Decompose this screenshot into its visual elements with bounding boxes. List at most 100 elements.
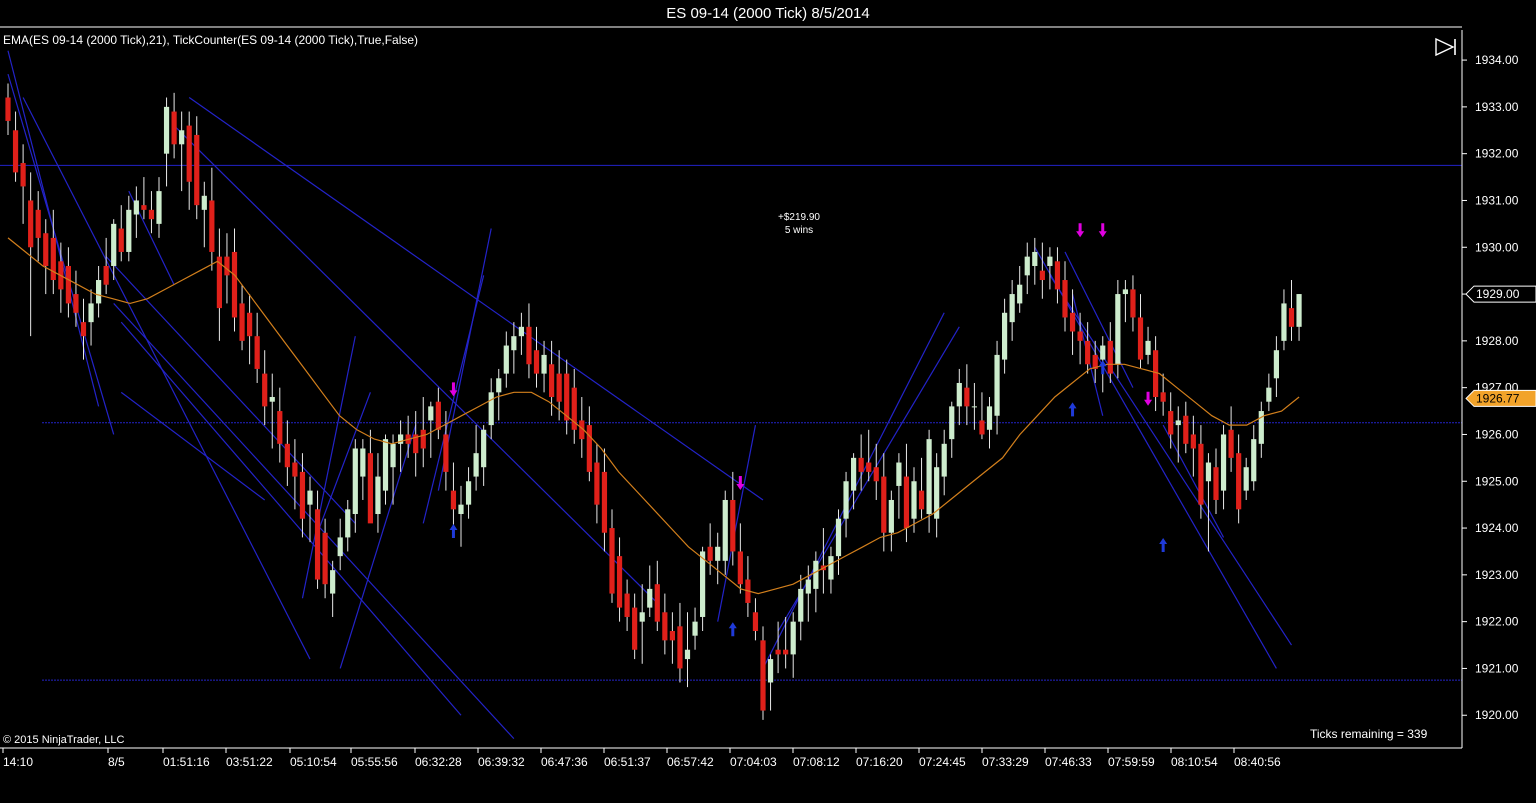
candle-down [80, 322, 87, 337]
candle-up [111, 223, 117, 266]
y-tick-label: 1926.00 [1475, 427, 1519, 441]
candle-down [314, 509, 321, 580]
candle-down [231, 251, 238, 318]
x-tick-label: 07:33:29 [982, 755, 1029, 769]
candle-up [156, 191, 162, 224]
last-price-label: 1929.00 [1476, 287, 1520, 301]
candle-down [141, 205, 147, 210]
candle-up [986, 406, 993, 430]
candle-up [926, 439, 932, 515]
price-chart[interactable]: 1934.00 1933.00 1932.00 1931.00 1930.00 1929.… [0, 0, 1536, 803]
trendline [105, 256, 356, 524]
pnl-summary: +$219.90 5 wins [760, 211, 838, 237]
y-tick-label: 1921.00 [1475, 661, 1519, 675]
candle-down [148, 209, 155, 220]
x-tick-label: 06:51:37 [604, 755, 651, 769]
trendline [120, 391, 266, 501]
candle-up [337, 537, 343, 557]
candle-down [65, 265, 71, 304]
candle-up [722, 499, 728, 561]
candle-down [73, 294, 79, 313]
candle-down [1085, 340, 1091, 365]
candle-down [1062, 280, 1068, 318]
candle-up [888, 499, 894, 533]
candle-up [179, 130, 185, 145]
x-tick-label: 14:10 [3, 755, 33, 769]
candle-down [654, 584, 660, 622]
candle-down [1137, 317, 1144, 360]
candle-down [964, 387, 970, 407]
candle-up [715, 546, 721, 561]
candle-down [979, 420, 985, 435]
candle-down [284, 443, 290, 468]
candle-down [20, 163, 26, 187]
candle-down [609, 528, 615, 594]
candle-down [1228, 429, 1234, 458]
candle-down [1183, 415, 1189, 444]
candle-down [262, 373, 268, 407]
candle-up [896, 462, 902, 486]
candle-down [1288, 308, 1295, 327]
candle-up [1032, 251, 1038, 266]
candle-up [639, 612, 645, 622]
candle-up [1009, 294, 1015, 323]
candle-down [1190, 434, 1196, 449]
candle-down [677, 626, 683, 669]
candle-down [918, 490, 925, 510]
trendline [1064, 251, 1134, 388]
candle-up [1115, 294, 1121, 365]
candle-down [367, 453, 373, 524]
candle-up [465, 481, 472, 505]
candle-down [1160, 392, 1166, 402]
y-tick-label: 1925.00 [1475, 474, 1519, 488]
candle-down [775, 649, 781, 655]
x-tick-label: 07:59:59 [1108, 755, 1155, 769]
trendline [301, 336, 356, 599]
x-tick-label: 05:10:54 [290, 755, 337, 769]
candles [5, 83, 1302, 720]
candle-down [903, 476, 910, 529]
candle-down [760, 640, 766, 711]
y-tick-label: 1920.00 [1475, 708, 1519, 722]
candle-down [1130, 289, 1136, 318]
candle-up [488, 392, 494, 426]
candle-up [458, 504, 464, 515]
candle-up [1205, 462, 1212, 482]
y-tick-label: 1934.00 [1475, 53, 1519, 67]
candle-down [1077, 331, 1083, 341]
x-tick-label: 06:32:28 [415, 755, 462, 769]
candle-up [1145, 340, 1151, 355]
buy-arrow-icon [1098, 360, 1107, 375]
candle-down [247, 312, 253, 337]
candle-up [352, 448, 358, 515]
candle-up [1243, 467, 1249, 491]
candle-up [496, 378, 502, 393]
candle-up [269, 397, 275, 402]
candle-down [616, 556, 623, 608]
candle-up [1296, 294, 1302, 327]
y-tick-label: 1932.00 [1475, 147, 1519, 161]
candle-up [835, 518, 842, 557]
candle-down [254, 336, 260, 369]
x-tick-label: 07:04:03 [730, 755, 777, 769]
candle-down [858, 457, 864, 472]
candle-down [28, 200, 34, 248]
candle-up [647, 588, 653, 608]
candle-up [1175, 420, 1181, 426]
candle-up [481, 429, 487, 468]
candle-up [1100, 345, 1106, 360]
candle-down [194, 134, 200, 206]
candle-up [813, 560, 819, 589]
x-tick-label: 07:46:33 [1045, 755, 1092, 769]
x-tick-label: 06:57:42 [667, 755, 714, 769]
candle-up [1220, 434, 1227, 491]
buy-arrow-icon [728, 622, 737, 637]
candle-down [556, 373, 562, 402]
y-tick-label: 1923.00 [1475, 568, 1519, 582]
x-tick-label: 06:47:36 [541, 755, 588, 769]
candle-down [435, 401, 441, 430]
scroll-to-end-icon[interactable] [1434, 36, 1458, 58]
y-tick-label: 1933.00 [1475, 100, 1519, 114]
candle-up [941, 443, 947, 477]
candle-up [994, 354, 1000, 416]
